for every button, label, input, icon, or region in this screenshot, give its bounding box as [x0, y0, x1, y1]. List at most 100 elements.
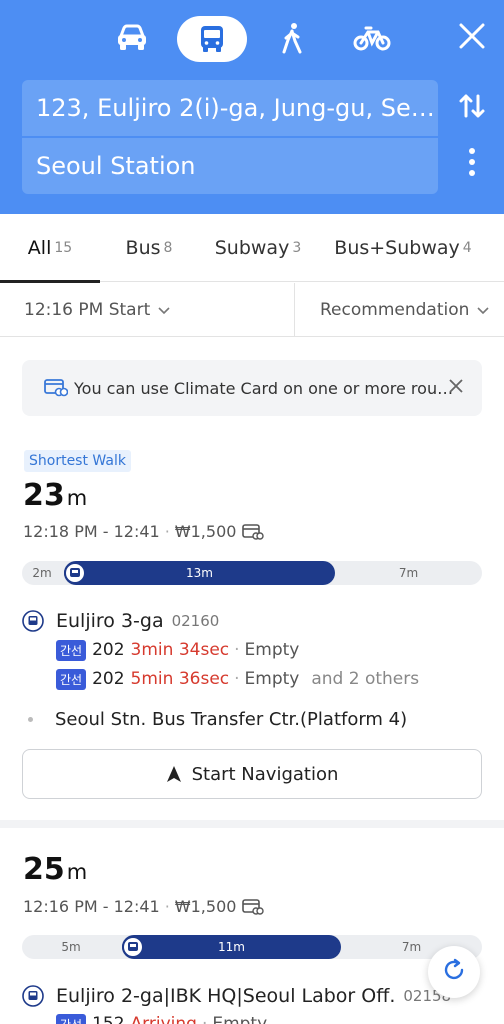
separator-dot: ·: [234, 669, 240, 689]
fare: ₩1,500: [174, 897, 237, 916]
refresh-icon: [441, 957, 467, 987]
bus-stop-icon: [22, 985, 44, 1007]
chevron-down-icon: [477, 300, 489, 320]
duration-unit: m: [66, 486, 88, 510]
more-options-button[interactable]: [452, 144, 492, 184]
walk-segment: 7m: [398, 566, 419, 580]
bus-number: 152: [92, 1014, 125, 1024]
start-navigation-label: Start Navigation: [191, 763, 339, 785]
section-separator: [0, 820, 504, 828]
route-duration: 25m: [23, 852, 87, 887]
route-duration: 23m: [23, 478, 87, 513]
bus-segment-label: 13m: [186, 566, 213, 580]
bus-type-badge: 간선: [56, 1013, 87, 1024]
separator-dot: ·: [234, 640, 240, 660]
tab-label: All: [27, 237, 52, 259]
destination-field[interactable]: Seoul Station: [22, 138, 438, 194]
start-time-label: 12:16 PM Start: [24, 300, 151, 320]
swap-arrows-icon: [458, 92, 486, 124]
sort-label: Recommendation: [320, 300, 470, 320]
tab-label: Subway: [214, 237, 290, 259]
chevron-down-icon: [158, 300, 170, 320]
close-icon: [459, 23, 485, 53]
duration-value: 23: [23, 478, 65, 513]
bus-type-badge: 간선: [56, 639, 87, 661]
route-type-tabs: All 15 Bus 8 Subway 3 Bus+Subway 4: [0, 214, 504, 283]
separator-dot: ·: [164, 897, 170, 916]
start-navigation-button[interactable]: Start Navigation: [22, 749, 482, 799]
walk-segment: 5m: [61, 940, 81, 954]
separator-dot: ·: [201, 1014, 208, 1024]
notice-text: You can use Climate Card on one or more …: [74, 378, 454, 398]
separator-dot: ·: [164, 522, 170, 541]
refresh-button[interactable]: [428, 946, 480, 998]
origin-field[interactable]: 123, Euljiro 2(i)-ga, Jung-gu, Se…: [22, 80, 438, 136]
bus-eta: 3min 34sec: [130, 640, 230, 660]
sort-dropdown[interactable]: Recommendation: [320, 283, 489, 337]
mode-bus-button[interactable]: [177, 16, 247, 62]
shortest-walk-badge: Shortest Walk: [24, 450, 131, 472]
route-meta: 12:16 PM - 12:41 · ₩1,500: [23, 897, 265, 916]
climate-card-icon: [242, 523, 265, 541]
stop-name: Euljiro 3-ga: [56, 610, 164, 632]
filter-divider: [294, 283, 295, 337]
tab-bus-subway[interactable]: Bus+Subway 4: [328, 214, 478, 282]
time-range: 12:18 PM - 12:41: [23, 522, 160, 541]
route-meta: 12:18 PM - 12:41 · ₩1,500: [23, 522, 265, 541]
bus-stop-icon: [22, 610, 44, 632]
start-time-dropdown[interactable]: 12:16 PM Start: [24, 283, 170, 337]
tab-count: 15: [54, 240, 73, 256]
bus-number: 202: [92, 669, 125, 689]
more-buses-link[interactable]: and 2 others: [311, 669, 419, 689]
route-segment-bar: 2m 13m 7m: [22, 561, 482, 585]
duration-value: 25: [23, 852, 65, 887]
boarding-stop: Euljiro 3-ga 02160: [22, 607, 219, 635]
more-vertical-icon: [468, 147, 476, 181]
swap-button[interactable]: [452, 88, 492, 128]
bus-seat-status: Empty: [244, 640, 300, 660]
time-range: 12:16 PM - 12:41: [23, 897, 160, 916]
climate-card-notice[interactable]: You can use Climate Card on one or more …: [22, 360, 482, 416]
bus-eta: 5min 36sec: [130, 669, 230, 689]
notice-close-button[interactable]: [444, 376, 468, 400]
tab-subway[interactable]: Subway 3: [206, 214, 310, 282]
stop-dot: [28, 716, 33, 722]
navigation-arrow-icon: [166, 766, 181, 782]
bus-icon: [64, 562, 86, 584]
tab-bus[interactable]: Bus 8: [108, 214, 190, 282]
climate-card-icon: [242, 898, 265, 916]
tab-count: 8: [163, 240, 173, 256]
boarding-stop: Euljiro 2-ga|IBK HQ|Seoul Labor Off. 021…: [22, 982, 451, 1010]
bus-icon: [198, 24, 226, 54]
duration-unit: m: [66, 860, 88, 884]
stop-name: Euljiro 2-ga|IBK HQ|Seoul Labor Off.: [56, 985, 396, 1007]
walk-segment: 2m: [32, 566, 52, 580]
mode-walk-button[interactable]: [270, 14, 314, 62]
tab-all[interactable]: All 15: [0, 214, 100, 283]
route-segment-bar: 5m 11m 7m: [22, 935, 482, 959]
fare: ₩1,500: [174, 522, 237, 541]
route-address-box: 123, Euljiro 2(i)-ga, Jung-gu, Se… Seoul…: [22, 80, 438, 194]
mode-car-button[interactable]: [108, 14, 156, 62]
bus-arrival-row: 간선 202 5min 36sec · Empty and 2 others: [56, 667, 419, 691]
car-icon: [115, 24, 149, 52]
bus-segment: 13m: [64, 561, 335, 585]
stop-id: 02160: [171, 612, 220, 630]
walk-icon: [280, 22, 304, 54]
bus-arrival-row: 간선 202 3min 34sec · Empty: [56, 638, 299, 662]
destination-name: Seoul Stn. Bus Transfer Ctr.(Platform 4): [55, 708, 408, 730]
bus-seat-status: Empty: [212, 1014, 268, 1024]
bus-arrival-row: 간선 152 Arriving · Empty: [56, 1012, 267, 1024]
bike-icon: [353, 24, 391, 52]
header: 123, Euljiro 2(i)-ga, Jung-gu, Se… Seoul…: [0, 0, 504, 214]
close-icon: [448, 378, 464, 398]
bus-number: 202: [92, 640, 125, 660]
mode-bike-button[interactable]: [348, 14, 396, 62]
close-button[interactable]: [452, 14, 492, 62]
bus-seat-status: Empty: [244, 669, 300, 689]
alighting-stop: Seoul Stn. Bus Transfer Ctr.(Platform 4): [28, 706, 407, 732]
bus-segment-label: 11m: [218, 940, 245, 954]
transport-mode-selector: [0, 14, 504, 66]
bus-eta: Arriving: [130, 1014, 197, 1024]
bus-icon: [122, 936, 144, 958]
